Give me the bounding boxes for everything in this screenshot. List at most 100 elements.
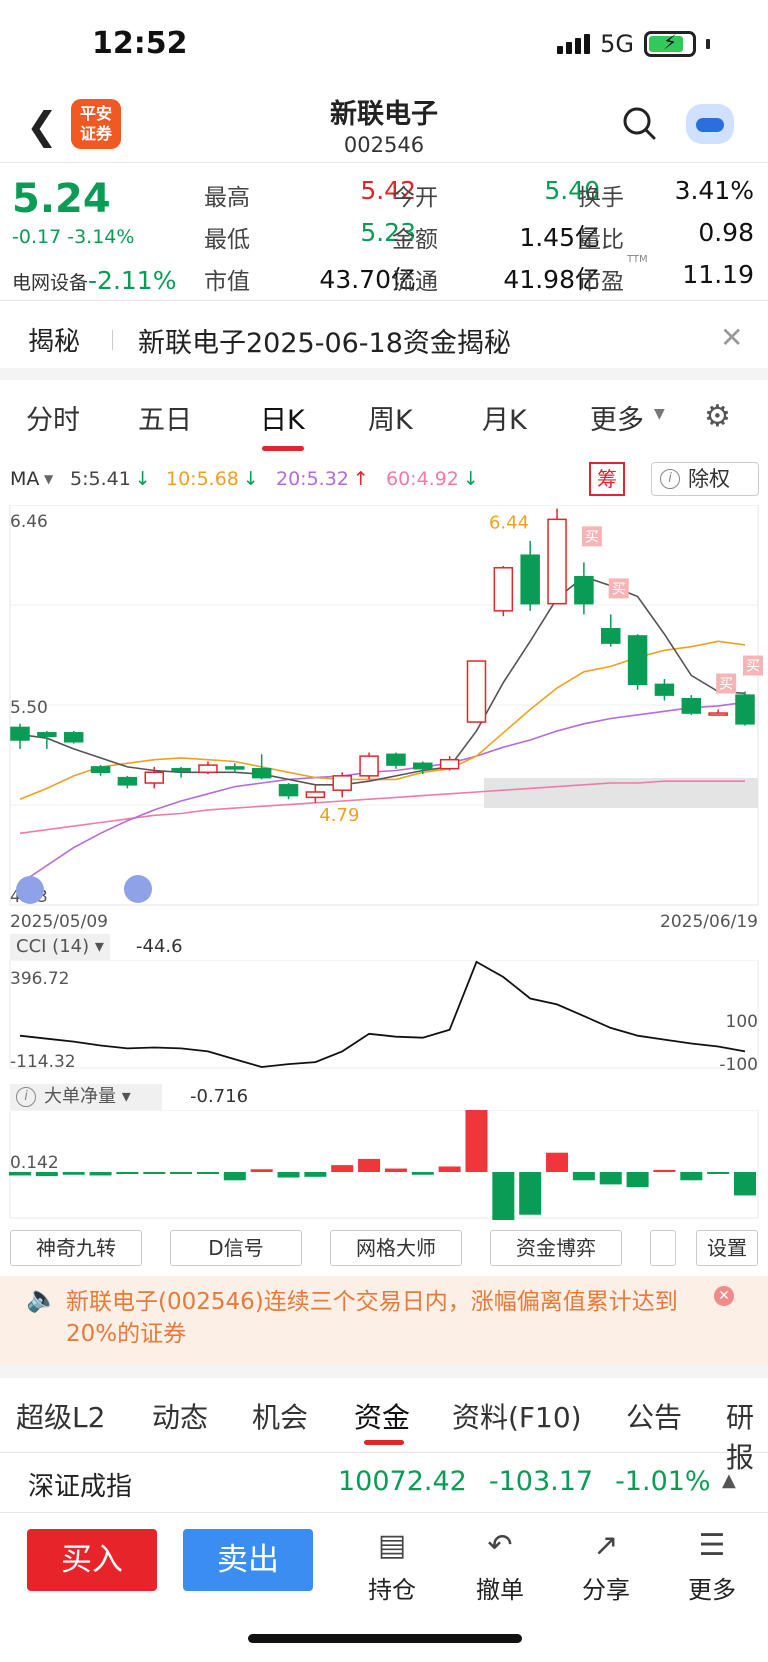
net-volume-bar [143, 1172, 166, 1174]
dropdown-icon: ▼ [654, 406, 665, 422]
buy-marker: 买 [716, 673, 737, 694]
index-quote: 10072.42 -103.17 -1.01% [338, 1466, 711, 1497]
kline-tab[interactable]: 更多 [590, 398, 644, 437]
share-button[interactable]: ↗ 分享 [566, 1528, 646, 1605]
more-button[interactable]: ☰ 更多 [672, 1528, 752, 1605]
content-tab[interactable]: 机会 [252, 1396, 308, 1436]
kline-tab[interactable]: 月K [482, 398, 527, 437]
index-name[interactable]: 深证成指 [28, 1466, 132, 1503]
candle-body [439, 758, 460, 770]
candlestick-chart[interactable]: 买买买买6.444.796.465.504.232025/05/092025/0… [0, 505, 768, 930]
gear-icon[interactable]: ⚙ [704, 399, 731, 434]
dropdown-icon: ▼ [44, 472, 54, 486]
cci-indicator-selector[interactable]: CCI (14) ▾ [10, 934, 110, 960]
content-tab[interactable]: 研报 [726, 1396, 768, 1476]
assistant-robot-icon[interactable] [686, 104, 734, 144]
quote-value: 0.98 [698, 218, 754, 247]
net-volume-bar [546, 1152, 569, 1172]
home-indicator[interactable] [248, 1634, 522, 1643]
quote-label: 量比 [578, 227, 624, 253]
end-date-label: 2025/06/19 [660, 912, 758, 930]
quote-label: 金额 [392, 227, 438, 253]
reveal-tag: 揭秘 [28, 327, 81, 357]
ma-value: 10:5.68 ↓ [166, 468, 259, 490]
net-volume-bar [707, 1172, 730, 1174]
candle-body [332, 775, 352, 791]
info-icon: i [16, 1087, 36, 1107]
tool-button[interactable]: 资金博弈 [490, 1230, 622, 1266]
quote-value: 11.19 [682, 260, 754, 289]
content-tab[interactable]: 资金 [354, 1396, 410, 1436]
tool-button[interactable] [650, 1230, 676, 1266]
active-tab-indicator [364, 1440, 404, 1445]
kline-tab[interactable]: 日K [260, 398, 305, 437]
tool-button[interactable]: D信号 [170, 1230, 302, 1266]
chip-distribution-button[interactable]: 筹 [589, 462, 625, 496]
buy-marker-text: 买 [719, 676, 733, 692]
net-volume-bar [304, 1172, 327, 1177]
quote-label: 市盈 [578, 269, 624, 295]
low-annotation: 4.79 [319, 805, 359, 826]
candle-body [63, 732, 84, 743]
sector-change[interactable]: 电网设备-2.11% [12, 266, 176, 295]
buy-marker: 买 [581, 526, 602, 547]
net-volume-bar [384, 1168, 407, 1172]
quote-label: 最低 [204, 227, 250, 253]
net-volume-bar [572, 1172, 595, 1181]
cci-chart: 396.72 -114.32 100 -100 [9, 960, 759, 1070]
positions-button[interactable]: ▤ 持仓 [352, 1528, 432, 1605]
menu-icon: ☰ [698, 1528, 726, 1563]
net-volume-bar [62, 1172, 85, 1175]
search-icon[interactable] [622, 106, 656, 140]
net-volume-bar [626, 1172, 649, 1188]
candle-body [225, 766, 245, 770]
status-time: 12:52 [92, 26, 188, 61]
net-volume-value: -0.716 [190, 1086, 249, 1107]
content-tab[interactable]: 公告 [626, 1396, 682, 1436]
ttm-label: TTM [627, 254, 648, 265]
buy-button[interactable]: 买入 [27, 1529, 157, 1591]
current-price: 5.24 [12, 176, 111, 222]
tool-button[interactable]: 设置 [696, 1230, 758, 1266]
net-volume-bar [734, 1172, 756, 1196]
candle-body [735, 694, 755, 725]
net-volume-chart: 0.142 [9, 1110, 759, 1220]
ma-label[interactable]: MA [10, 468, 39, 490]
candle-body [305, 791, 326, 799]
kline-tab[interactable]: 分时 [26, 398, 80, 437]
y-max-label: 6.46 [10, 512, 48, 532]
net-volume-bar [599, 1172, 622, 1185]
candle-body [520, 554, 540, 605]
speaker-icon: 🔈 [26, 1284, 59, 1314]
fund-reveal-link[interactable]: 新联电子2025-06-18资金揭秘 [138, 321, 511, 360]
net-volume-bar [680, 1172, 703, 1181]
kline-tab[interactable]: 五日 [138, 398, 192, 437]
content-tab[interactable]: 动态 [152, 1396, 208, 1436]
candle-body [198, 764, 218, 774]
expand-icon [16, 876, 44, 904]
sell-button[interactable]: 卖出 [183, 1529, 313, 1591]
candle-body [493, 567, 514, 612]
close-icon[interactable]: ✕ [720, 321, 743, 354]
content-tab[interactable]: 超级L2 [16, 1396, 105, 1436]
buy-marker: 买 [743, 655, 763, 676]
tool-button[interactable]: 网格大师 [330, 1230, 462, 1266]
candle-body [600, 628, 621, 644]
active-tab-indicator [262, 446, 304, 451]
undo-icon: ↶ [487, 1528, 513, 1563]
net-volume-bar [411, 1172, 434, 1175]
content-tab[interactable]: 资料(F10) [452, 1396, 582, 1436]
candle-body [413, 762, 433, 770]
net-volume-bar [89, 1172, 112, 1176]
net-volume-bar [196, 1172, 219, 1174]
battery-icon: ⚡ [644, 30, 696, 57]
buy-marker-text: 买 [746, 659, 760, 675]
kline-tab[interactable]: 周K [368, 398, 413, 437]
quote-label: 最高 [204, 185, 250, 211]
close-icon[interactable]: ✕ [714, 1286, 734, 1306]
cci-line [19, 960, 746, 1068]
ex-rights-button[interactable]: 除权 [651, 462, 759, 496]
list-icon: ▤ [377, 1528, 407, 1563]
cancel-order-button[interactable]: ↶ 撤单 [460, 1528, 540, 1605]
tool-button[interactable]: 神奇九转 [10, 1230, 142, 1266]
